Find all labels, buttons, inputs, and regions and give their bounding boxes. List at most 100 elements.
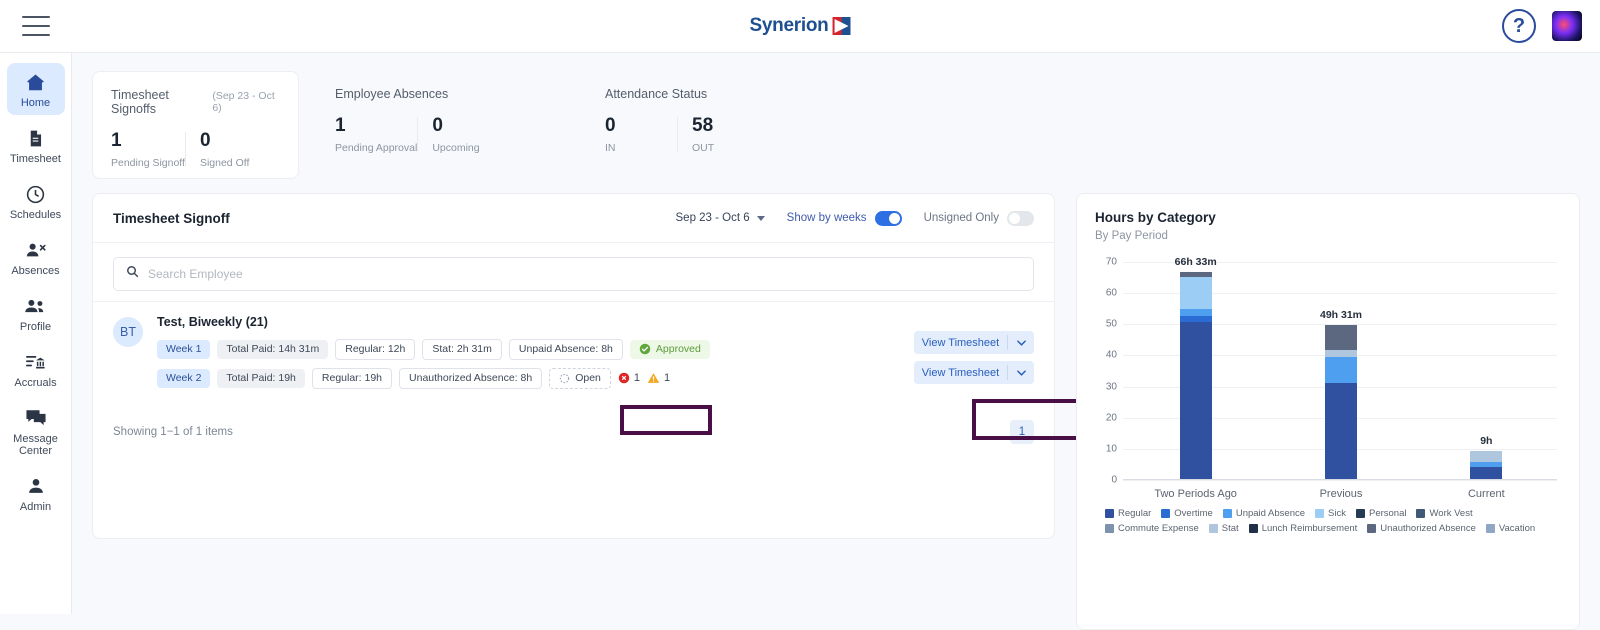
top-bar: Synerion ? (0, 0, 1600, 53)
chart-subtitle: By Pay Period (1095, 230, 1168, 242)
summary-stat-value: 0 (199, 130, 211, 151)
summary-card-attendance-status: Attendance Status 0 IN 58 OUT (587, 71, 857, 179)
week-row: Week 2 Total Paid: 19h Regular: 19h Unautho… (157, 367, 904, 389)
view-timesheet-button[interactable]: View Timesheet (914, 361, 1034, 384)
hamburger-icon[interactable] (22, 16, 50, 36)
avatar[interactable] (1552, 11, 1582, 41)
pagination-page-1[interactable]: 1 (1010, 420, 1034, 444)
legend-label: Unpaid Absence (1235, 508, 1306, 519)
legend-swatch (1161, 509, 1171, 518)
legend-label: Unauthorized Absence (1380, 523, 1476, 534)
legend-item-unpaid-absence[interactable]: Unpaid Absence (1222, 508, 1306, 519)
legend-item-commute-expense[interactable]: Commute Expense (1105, 523, 1199, 534)
x-axis-label: Current (1467, 488, 1505, 500)
legend-item-lunch-reimbursement[interactable]: Lunch Reimbursement (1248, 523, 1357, 534)
sidebar-item-admin[interactable]: Admin (7, 467, 65, 519)
dotted-circle-icon (560, 373, 570, 383)
gridline (1123, 480, 1557, 481)
legend-label: Commute Expense (1118, 523, 1199, 534)
sidebar-item-label: Absences (11, 265, 60, 277)
person-remove-icon (25, 239, 47, 261)
person-icon (26, 475, 46, 497)
chevron-down-icon[interactable] (1008, 369, 1034, 376)
legend-swatch (1208, 524, 1218, 533)
bar-segment-regular (1179, 321, 1212, 479)
signoff-header: Timesheet Signoff Sep 23 - Oct 6 Show by… (93, 194, 1054, 243)
brand-mark-icon (832, 17, 851, 35)
legend-label: Overtime (1174, 508, 1213, 519)
showing-count: Showing 1−1 of 1 items (113, 426, 233, 438)
help-icon[interactable]: ? (1502, 9, 1536, 43)
sidebar-item-label: Accruals (14, 377, 57, 389)
search-box[interactable] (113, 257, 1034, 291)
legend-item-vacation[interactable]: Vacation (1485, 523, 1535, 534)
sidebar-item-label: Schedules (9, 209, 62, 221)
summary-card-title: Timesheet Signoffs (111, 88, 169, 116)
view-timesheet-button[interactable]: View Timesheet (914, 331, 1034, 354)
sidebar-item-message-center[interactable]: Message Center (7, 399, 65, 463)
bar-two-periods-ago (1179, 271, 1212, 479)
show-by-weeks-toggle[interactable]: Show by weeks (787, 210, 902, 226)
brand-logo: Synerion (750, 15, 851, 37)
sidebar-item-label: Timesheet (10, 153, 61, 165)
bar-total-label: 66h 33m (1174, 255, 1217, 268)
clock-icon (25, 183, 46, 205)
bar-total-label: 9h (1480, 434, 1493, 447)
legend-item-work-vest[interactable]: Work Vest (1416, 508, 1473, 519)
employee-avatar: BT (113, 317, 143, 347)
sidebar-item-absences[interactable]: Absences (7, 231, 65, 283)
chevron-down-icon[interactable] (1008, 339, 1034, 346)
legend-label: Sick (1328, 508, 1346, 519)
sidebar-item-schedules[interactable]: Schedules (7, 175, 65, 227)
sidebar-item-home[interactable]: Home (6, 63, 65, 115)
date-range-selector[interactable]: Sep 23 - Oct 6 (676, 212, 765, 224)
people-icon (24, 295, 47, 317)
view-timesheet-label: View Timesheet (921, 336, 1000, 349)
error-icon (618, 372, 630, 384)
category-chip: Unauthorized Absence: 8h (399, 367, 543, 389)
week-rows: Week 1 Total Paid: 14h 31m Regular: 12h Sta… (157, 338, 904, 389)
y-axis-tick: 30 (1105, 381, 1117, 393)
legend-swatch (1105, 509, 1114, 518)
summary-stat-value: 1 (111, 130, 122, 151)
x-axis-label: Two Periods Ago (1154, 488, 1237, 500)
show-by-weeks-switch[interactable] (874, 210, 902, 226)
bar-segment-sick (1179, 276, 1212, 310)
unsigned-only-toggle[interactable]: Unsigned Only (924, 210, 1034, 226)
legend-item-overtime[interactable]: Overtime (1161, 508, 1213, 519)
summary-stat-label: IN (605, 142, 616, 154)
view-timesheet-label: View Timesheet (921, 366, 1000, 379)
unsigned-only-switch[interactable] (1007, 210, 1034, 226)
warning-icon (647, 373, 660, 383)
summary-stat-value: 58 (692, 115, 714, 136)
check-circle-icon (639, 343, 651, 355)
search-input[interactable] (148, 267, 1021, 281)
list-bank-icon (25, 351, 46, 373)
legend-item-regular[interactable]: Regular (1105, 508, 1151, 519)
legend-swatch (1315, 509, 1325, 518)
chat-icon (25, 407, 47, 429)
legend-swatch (1248, 524, 1258, 533)
status-badge-open: Open (549, 367, 611, 389)
sidebar-item-accruals[interactable]: Accruals (7, 343, 65, 395)
legend-item-sick[interactable]: Sick (1315, 508, 1346, 519)
sidebar-item-profile[interactable]: Profile (7, 287, 65, 339)
sidebar-item-timesheet[interactable]: Timesheet (7, 119, 65, 171)
y-axis-tick: 10 (1105, 443, 1117, 455)
hours-by-category-card: Hours by Category By Pay Period 0 10 20 30 4… (1076, 193, 1580, 630)
y-axis-tick: 0 (1111, 474, 1117, 486)
legend-item-unauthorized-absence[interactable]: Unauthorized Absence (1367, 523, 1476, 534)
week-badge: Week 1 (157, 339, 211, 359)
legend-item-personal[interactable]: Personal (1355, 508, 1406, 519)
panel-title: Timesheet Signoff (113, 210, 230, 226)
divider (184, 132, 186, 167)
legend-item-stat[interactable]: Stat (1208, 523, 1239, 534)
legend-label: Stat (1221, 523, 1239, 534)
bar-total-label: 49h 31m (1319, 308, 1363, 321)
bar-segment-regular (1470, 466, 1503, 479)
summary-strip: Timesheet Signoffs (Sep 23 - Oct 6) 1 Pendi… (92, 71, 1092, 179)
divider (417, 117, 419, 152)
summary-card-title: Attendance Status (605, 87, 708, 101)
brand-name: Synerion (749, 15, 829, 36)
bar-segment-stat (1470, 451, 1503, 462)
